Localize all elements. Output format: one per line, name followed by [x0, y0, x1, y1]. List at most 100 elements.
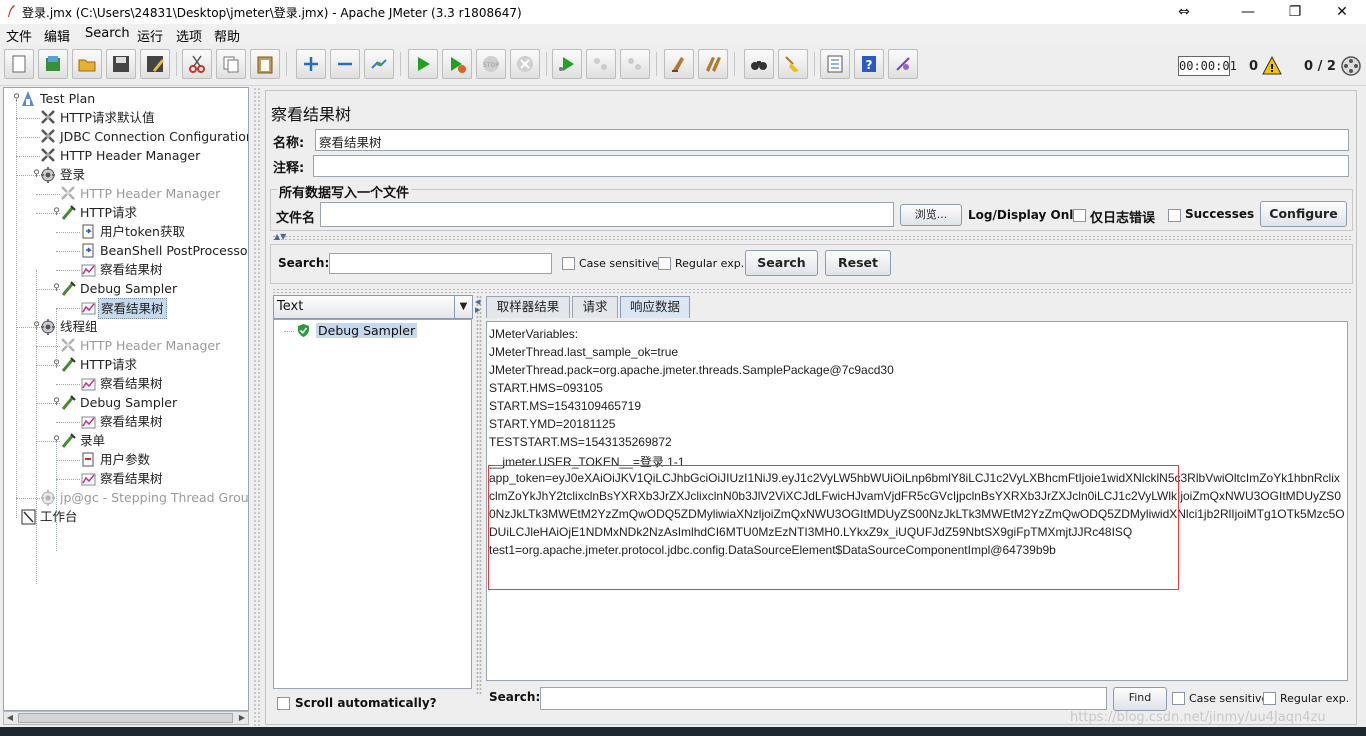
name-label: 名称:: [273, 136, 305, 151]
name-field[interactable]: 察看结果树: [315, 129, 1349, 151]
result-item[interactable]: Debug Sampler: [316, 323, 418, 338]
minimize-button[interactable]: —: [1236, 2, 1260, 22]
save-as-button[interactable]: [140, 49, 170, 79]
horizontal-divider-2[interactable]: [272, 288, 1352, 294]
find-button[interactable]: Find: [1113, 687, 1167, 711]
close-button[interactable]: ✕: [1330, 2, 1354, 22]
shutdown-button[interactable]: [510, 49, 540, 79]
stop-icon: STOP: [483, 56, 499, 72]
regex-label: Regular exp.: [675, 257, 745, 270]
tree-node-label: 登录: [60, 167, 86, 182]
start-button[interactable]: [408, 49, 438, 79]
svg-text:?: ?: [866, 58, 873, 72]
post-processor-icon: [82, 243, 94, 258]
new-button[interactable]: [4, 49, 34, 79]
toggle-button[interactable]: [364, 49, 394, 79]
search-input[interactable]: [329, 253, 552, 274]
horizontal-divider[interactable]: [272, 235, 1352, 241]
configure-button[interactable]: Configure: [1260, 201, 1347, 227]
scrollbar-thumb[interactable]: [18, 713, 233, 723]
regex-checkbox[interactable]: [658, 257, 671, 270]
remote-start-button[interactable]: [552, 49, 582, 79]
response-case-checkbox[interactable]: [1172, 692, 1185, 705]
response-search-input[interactable]: [540, 687, 1107, 710]
chevron-down-icon[interactable]: ▼: [454, 296, 472, 318]
thread-group-icon: [41, 319, 55, 335]
tree-node-label: Test Plan: [40, 91, 96, 106]
start-no-pauses-button[interactable]: [442, 49, 472, 79]
search-submit-button[interactable]: Search: [745, 250, 818, 276]
open-button[interactable]: [72, 49, 102, 79]
menu-options[interactable]: 选项: [176, 26, 202, 45]
errors-only-checkbox[interactable]: [1073, 209, 1086, 222]
vertical-divider[interactable]: [476, 295, 482, 695]
cut-icon: [189, 55, 205, 73]
tree-node-label: 工作台: [40, 509, 78, 524]
menu-edit[interactable]: 编辑: [44, 26, 70, 45]
tree-expander-icon[interactable]: ⚲: [52, 208, 61, 217]
help-button[interactable]: ?: [854, 49, 884, 79]
sample-result-list: Debug Sampler: [273, 319, 472, 689]
warning-icon[interactable]: !: [1262, 56, 1282, 75]
search-button[interactable]: [744, 49, 774, 79]
scroll-right-icon[interactable]: ▶: [237, 713, 247, 723]
tab-response-data[interactable]: 响应数据: [620, 296, 690, 318]
remote-exit-button[interactable]: [620, 49, 650, 79]
paste-button[interactable]: [250, 49, 280, 79]
tab-request[interactable]: 请求: [572, 296, 618, 318]
config-icon: [61, 338, 75, 352]
clear-all-button[interactable]: [698, 49, 728, 79]
collapse-arrows-icon[interactable]: ▲▼: [274, 232, 286, 241]
templates-button[interactable]: [38, 49, 68, 79]
divider-arrows-icon[interactable]: ◀ ▶: [475, 298, 480, 314]
response-regex-checkbox[interactable]: [1263, 692, 1276, 705]
clear-button[interactable]: [664, 49, 694, 79]
title-bar: 登录.jmx (C:\Users\24831\Desktop\jmeter\登录…: [0, 0, 1366, 24]
window-title: 登录.jmx (C:\Users\24831\Desktop\jmeter\登录…: [22, 6, 522, 20]
successes-checkbox[interactable]: [1168, 209, 1181, 222]
renderer-select[interactable]: Text ▼: [273, 295, 473, 319]
menu-file[interactable]: 文件: [6, 26, 32, 45]
menu-help[interactable]: 帮助: [214, 26, 240, 45]
response-line: START.HMS=093105: [489, 381, 603, 395]
tree-node-label: 用户参数: [100, 452, 151, 467]
log-viewer-button[interactable]: [888, 49, 918, 79]
copy-button[interactable]: [216, 49, 246, 79]
expand-button[interactable]: [296, 49, 326, 79]
listener-icon: [81, 473, 96, 486]
filename-label: 文件名: [276, 211, 316, 226]
thread-group-icon: [41, 167, 55, 183]
maximize-button[interactable]: ❐: [1283, 2, 1307, 22]
remote-stop-icon: [594, 58, 607, 70]
save-button[interactable]: [106, 49, 136, 79]
tab-sampler-result[interactable]: 取样器结果: [486, 296, 570, 318]
remote-stop-button[interactable]: [586, 49, 616, 79]
collapse-button[interactable]: [330, 49, 360, 79]
filename-field[interactable]: [320, 202, 894, 227]
successes-label: Successes: [1185, 207, 1255, 221]
highlight-annotation-box: [488, 465, 1179, 590]
tree-expander-icon[interactable]: ⚲: [52, 284, 61, 293]
tree-node-label: 察看结果树: [100, 414, 163, 429]
tree-expander-icon[interactable]: ⚲: [52, 398, 61, 407]
response-line: JMeterVariables:: [489, 327, 579, 341]
scroll-auto-checkbox[interactable]: [277, 697, 290, 710]
reset-button[interactable]: Reset: [825, 250, 891, 276]
tree-horizontal-scrollbar[interactable]: ◀ ▶: [3, 711, 249, 725]
tree-expander-icon[interactable]: ⚲: [32, 170, 41, 179]
scroll-left-icon[interactable]: ◀: [5, 713, 15, 723]
function-helper-button[interactable]: [820, 49, 850, 79]
menu-search[interactable]: Search: [85, 26, 130, 41]
menu-run[interactable]: 运行: [137, 26, 163, 45]
stop-button[interactable]: STOP: [476, 49, 506, 79]
tree-node-label: HTTP请求: [80, 205, 137, 220]
browse-button[interactable]: 浏览...: [900, 204, 962, 226]
cut-button[interactable]: [182, 49, 212, 79]
sampler-icon: [61, 357, 76, 372]
case-sensitive-checkbox[interactable]: [562, 257, 575, 270]
split-pane-divider[interactable]: [253, 87, 261, 727]
copy-icon: [223, 56, 239, 73]
comment-field[interactable]: [313, 155, 1349, 177]
reset-search-button[interactable]: [778, 49, 808, 79]
expand-icon: [304, 57, 318, 71]
